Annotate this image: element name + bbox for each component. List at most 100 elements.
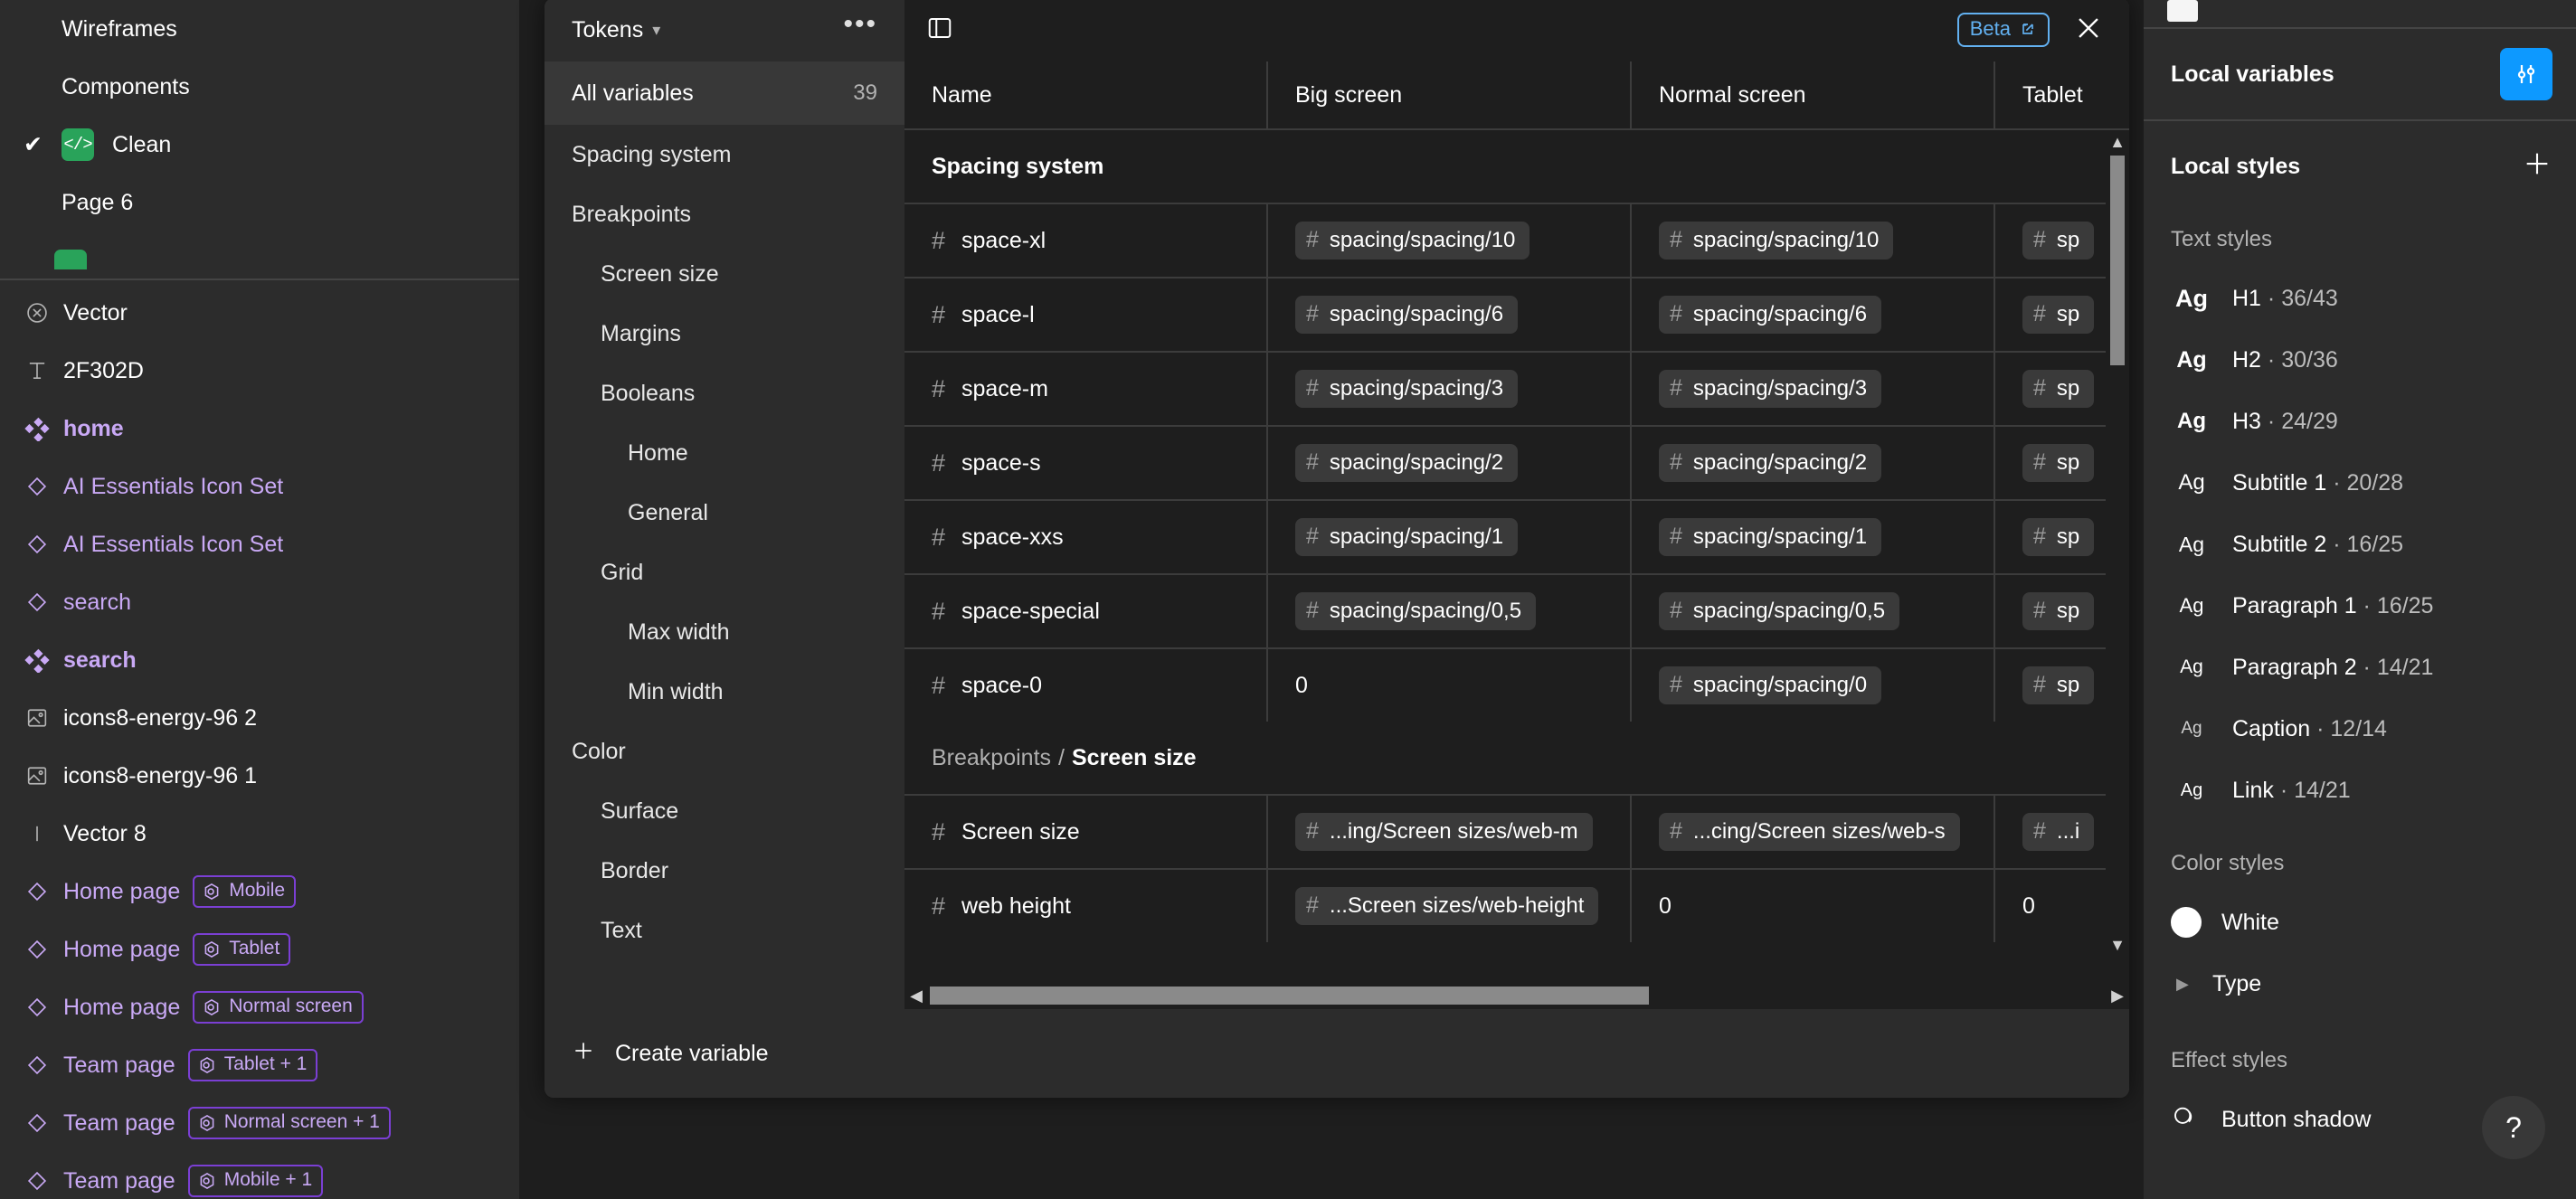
nav-all-variables[interactable]: All variables 39 (545, 61, 904, 125)
variable-alias-chip[interactable]: # spacing/spacing/10 (1659, 222, 1894, 260)
variable-name-cell[interactable]: # Screen size (904, 796, 1268, 868)
color-style-item[interactable]: ▶ Type (2144, 953, 2576, 1015)
horizontal-scrollbar[interactable]: ◀ ▶ (904, 982, 2129, 1009)
variable-alias-chip[interactable]: # ...i (2022, 813, 2095, 851)
color-styles-list[interactable]: White ▶ Type (2144, 892, 2576, 1015)
text-style-item[interactable]: Ag H1 · 36/43 (2144, 268, 2576, 329)
nav-item-text[interactable]: Text (545, 901, 904, 960)
variable-alias-chip[interactable]: # spacing/spacing/0,5 (1295, 592, 1537, 630)
variable-value-cell[interactable]: # spacing/spacing/3 (1268, 353, 1632, 425)
sidebar-toggle-icon[interactable] (926, 14, 953, 46)
table-row[interactable]: # space-m # spacing/spacing/3 # spacing/spaci… (904, 351, 2129, 425)
collection-dropdown[interactable]: Tokens ▾ (572, 17, 660, 43)
nav-item-spacing-system[interactable]: Spacing system (545, 125, 904, 184)
variable-name-cell[interactable]: # web height (904, 870, 1268, 942)
layer-item[interactable]: Home page Mobile (0, 863, 519, 920)
variable-alias-chip[interactable]: # ...ing/Screen sizes/web-m (1295, 813, 1593, 851)
variable-value-cell[interactable]: # spacing/spacing/0,5 (1268, 575, 1632, 647)
variables-nav[interactable]: All variables 39 Spacing system Breakpoin… (545, 61, 904, 1009)
table-row[interactable]: # Screen size # ...ing/Screen sizes/web-m #.… (904, 794, 2129, 868)
variable-alias-chip[interactable]: # ...cing/Screen sizes/web-s (1659, 813, 1960, 851)
table-row[interactable]: # space-l # spacing/spacing/6 # spacing/spaci… (904, 277, 2129, 351)
variable-alias-chip[interactable]: # sp (2022, 222, 2095, 260)
variables-table[interactable]: Name Big screen Normal screen Tablet Spa… (904, 61, 2129, 1009)
beta-badge[interactable]: Beta (1956, 13, 2050, 47)
scroll-left-icon[interactable]: ◀ (904, 987, 928, 1005)
variable-value-cell[interactable]: 0 (1268, 649, 1632, 722)
layer-item[interactable]: icons8-energy-96 2 (0, 689, 519, 747)
fill-row-partial[interactable] (2144, 0, 2576, 27)
variable-value-cell[interactable]: # spacing/spacing/0,5 (1632, 575, 1995, 647)
variable-alias-chip[interactable]: # spacing/spacing/2 (1295, 444, 1519, 482)
variable-alias-chip[interactable]: # sp (2022, 370, 2095, 408)
variable-alias-chip[interactable]: # spacing/spacing/2 (1659, 444, 1882, 482)
layer-item[interactable]: AI Essentials Icon Set (0, 458, 519, 515)
text-style-item[interactable]: Ag Subtitle 2 · 16/25 (2144, 514, 2576, 575)
variable-alias-chip[interactable]: # spacing/spacing/0 (1659, 666, 1882, 704)
variant-badge[interactable]: Normal screen + 1 (187, 1107, 391, 1139)
layer-item[interactable]: Vector (0, 284, 519, 342)
variable-alias-chip[interactable]: # spacing/spacing/6 (1659, 296, 1882, 334)
page-item[interactable]: ✔ </> Clean (0, 116, 519, 174)
variable-alias-chip[interactable]: # sp (2022, 444, 2095, 482)
variable-value-cell[interactable]: # spacing/spacing/1 (1632, 501, 1995, 573)
nav-item-color[interactable]: Color (545, 722, 904, 781)
text-style-item[interactable]: Ag Link · 14/21 (2144, 760, 2576, 821)
hscroll-track[interactable] (928, 982, 2106, 1009)
variable-alias-chip[interactable]: # ...Screen sizes/web-height (1295, 887, 1599, 925)
layer-item[interactable]: Team page Mobile + 1 (0, 1152, 519, 1199)
scroll-up-icon[interactable]: ▲ (2109, 130, 2126, 154)
variable-name-cell[interactable]: # space-xxs (904, 501, 1268, 573)
variable-value-cell[interactable]: # spacing/spacing/6 (1268, 279, 1632, 351)
variable-name-cell[interactable]: # space-0 (904, 649, 1268, 722)
layer-item[interactable]: Team page Normal screen + 1 (0, 1094, 519, 1152)
variable-alias-chip[interactable]: # sp (2022, 592, 2095, 630)
variable-value-cell[interactable]: 0 (1632, 870, 1995, 942)
vscroll-track[interactable] (2106, 154, 2129, 933)
table-row[interactable]: # space-special # spacing/spacing/0,5 # spaci… (904, 573, 2129, 647)
layer-item[interactable]: icons8-energy-96 1 (0, 747, 519, 805)
nav-item-grid[interactable]: Grid (545, 543, 904, 602)
variable-alias-chip[interactable]: # sp (2022, 296, 2095, 334)
variable-alias-chip[interactable]: # sp (2022, 518, 2095, 556)
variable-value-cell[interactable]: # ...ing/Screen sizes/web-m (1268, 796, 1632, 868)
column-header-big-screen[interactable]: Big screen (1268, 61, 1632, 128)
nav-item-screen-size[interactable]: Screen size (545, 244, 904, 304)
more-options-button[interactable]: ••• (843, 11, 877, 40)
variant-badge[interactable]: Normal screen (193, 991, 364, 1024)
variable-alias-chip[interactable]: # sp (2022, 666, 2095, 704)
page-item[interactable]: Wireframes (0, 0, 519, 58)
scroll-right-icon[interactable]: ▶ (2106, 987, 2129, 1005)
nav-item-general[interactable]: General (545, 483, 904, 543)
layers-list[interactable]: Vector 2F302D home AI Essentials Icon Se… (0, 277, 519, 1199)
text-style-item[interactable]: Ag H2 · 30/36 (2144, 329, 2576, 391)
text-style-item[interactable]: Ag H3 · 24/29 (2144, 391, 2576, 452)
variable-value-cell[interactable]: # spacing/spacing/3 (1632, 353, 1995, 425)
variable-value-cell[interactable]: # spacing/spacing/10 (1268, 204, 1632, 277)
variable-value-cell[interactable]: # spacing/spacing/6 (1632, 279, 1995, 351)
layer-item[interactable]: Home page Tablet (0, 920, 519, 978)
layer-item[interactable]: Home page Normal screen (0, 978, 519, 1036)
layer-item[interactable]: 2F302D (0, 342, 519, 400)
help-button[interactable]: ? (2482, 1096, 2545, 1159)
close-icon[interactable] (2073, 13, 2104, 48)
variable-alias-chip[interactable]: # spacing/spacing/3 (1295, 370, 1519, 408)
layer-item[interactable]: home (0, 400, 519, 458)
color-swatch[interactable] (2171, 907, 2202, 938)
text-style-item[interactable]: Ag Paragraph 1 · 16/25 (2144, 575, 2576, 637)
create-variable-button[interactable]: Create variable (572, 1039, 769, 1069)
design-panel[interactable]: Local variables Local styles Text styles… (2144, 0, 2576, 1199)
variable-alias-chip[interactable]: # spacing/spacing/6 (1295, 296, 1519, 334)
column-header-tablet[interactable]: Tablet (1995, 61, 2129, 128)
variable-name-cell[interactable]: # space-special (904, 575, 1268, 647)
vertical-scrollbar[interactable]: ▲ ▼ (2106, 130, 2129, 957)
variable-value-cell[interactable]: # ...Screen sizes/web-height (1268, 870, 1632, 942)
scroll-down-icon[interactable]: ▼ (2109, 933, 2126, 957)
page-item[interactable]: Components (0, 58, 519, 116)
layer-item[interactable]: AI Essentials Icon Set (0, 515, 519, 573)
variant-badge[interactable]: Tablet + 1 (187, 1049, 318, 1081)
variant-badge[interactable]: Mobile + 1 (187, 1165, 324, 1197)
table-row[interactable]: # space-0 0 # spacing/spacing/0 # sp (904, 647, 2129, 722)
variable-name-cell[interactable]: # space-m (904, 353, 1268, 425)
variable-value-cell[interactable]: # spacing/spacing/10 (1632, 204, 1995, 277)
